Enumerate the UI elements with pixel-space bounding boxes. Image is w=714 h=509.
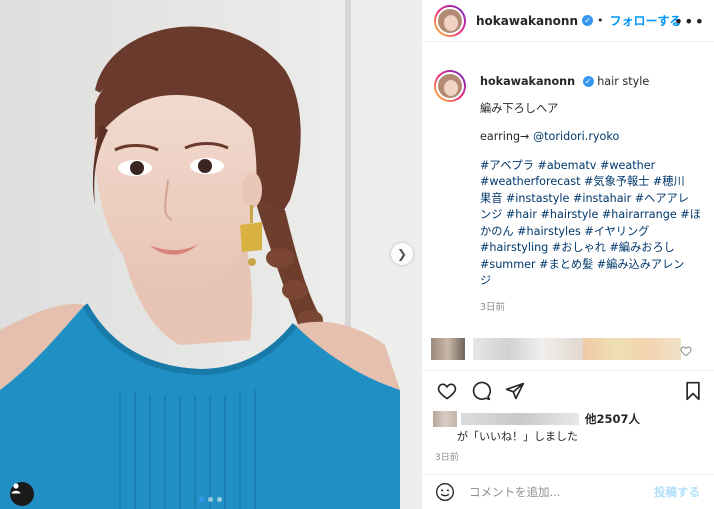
blurred-liker-name	[461, 413, 579, 425]
user-tag-button[interactable]	[10, 482, 34, 506]
hashtag-line[interactable]: #weatherforecast #気象予報士 #穂川	[480, 174, 701, 191]
post-header: hokawakanonn ✓ • フォローする •••	[422, 0, 714, 42]
liker-avatars	[433, 411, 457, 427]
post-date[interactable]: 3日前	[435, 450, 459, 463]
share-icon[interactable]	[505, 381, 525, 401]
caption: hokawakanonn ✓ hair style 編み下ろしヘア earrin…	[434, 70, 710, 316]
carousel-dot	[199, 497, 204, 502]
comment-like-heart-icon[interactable]	[680, 345, 692, 357]
carousel-indicator	[199, 497, 222, 502]
action-icons	[437, 381, 525, 401]
next-photo-button[interactable]: ❯	[391, 243, 413, 265]
post-photo[interactable]: ❯	[0, 0, 421, 509]
caption-line: earring→ @toridori.ryoko	[480, 130, 620, 143]
liked-text: が「いいね！」しました	[457, 430, 578, 443]
hashtag-line[interactable]: ンジ #hair #hairstyle #hairarrange #ほ	[480, 207, 701, 224]
hashtag-line[interactable]: ジ	[480, 273, 701, 290]
smile-icon[interactable]	[435, 482, 455, 502]
avatar[interactable]	[434, 4, 466, 37]
post-comment-button[interactable]: 投稿する	[654, 484, 700, 500]
comment-input[interactable]	[469, 485, 639, 499]
caption-username[interactable]: hokawakanonn	[480, 75, 575, 88]
hashtag-line[interactable]: #hairstyling #おしゃれ #編みおろし	[480, 240, 701, 257]
comment-icon[interactable]	[471, 381, 491, 401]
heart-icon[interactable]	[437, 381, 457, 401]
chevron-right-icon: ❯	[396, 247, 408, 261]
caption-avatar[interactable]	[434, 70, 466, 102]
hashtag-line[interactable]: 果音 #instastyle #instahair #ヘアアレ	[480, 191, 701, 208]
user-tag-icon	[11, 483, 21, 494]
carousel-dot	[208, 497, 213, 502]
hashtag-line[interactable]: #summer #まとめ髪 #編み込みアレン	[480, 257, 701, 274]
blurred-comment	[431, 338, 681, 362]
likes-count[interactable]: 他2507人	[585, 411, 640, 427]
caption-title: hair style	[597, 75, 650, 88]
bookmark-icon[interactable]	[684, 381, 702, 401]
mention-link[interactable]: @toridori.ryoko	[533, 130, 619, 143]
header-username[interactable]: hokawakanonn	[476, 14, 578, 28]
more-options-icon[interactable]: •••	[674, 12, 705, 31]
hashtag-line[interactable]: かのん #hairstyles #イヤリング	[480, 224, 701, 241]
separator-dot: •	[597, 14, 604, 27]
photo-illustration	[0, 0, 421, 509]
verified-icon: ✓	[582, 15, 593, 26]
carousel-dot	[217, 497, 222, 502]
likes-summary[interactable]: 他2507人	[433, 411, 703, 427]
add-comment-bar: 投稿する	[421, 474, 714, 509]
hashtag-line[interactable]: #アベプラ #abematv #weather	[480, 158, 701, 175]
follow-button[interactable]: フォローする	[610, 12, 682, 29]
verified-icon: ✓	[582, 76, 594, 87]
caption-time-ago[interactable]: 3日前	[480, 300, 701, 317]
caption-line: 編み下ろしヘア	[480, 101, 559, 115]
